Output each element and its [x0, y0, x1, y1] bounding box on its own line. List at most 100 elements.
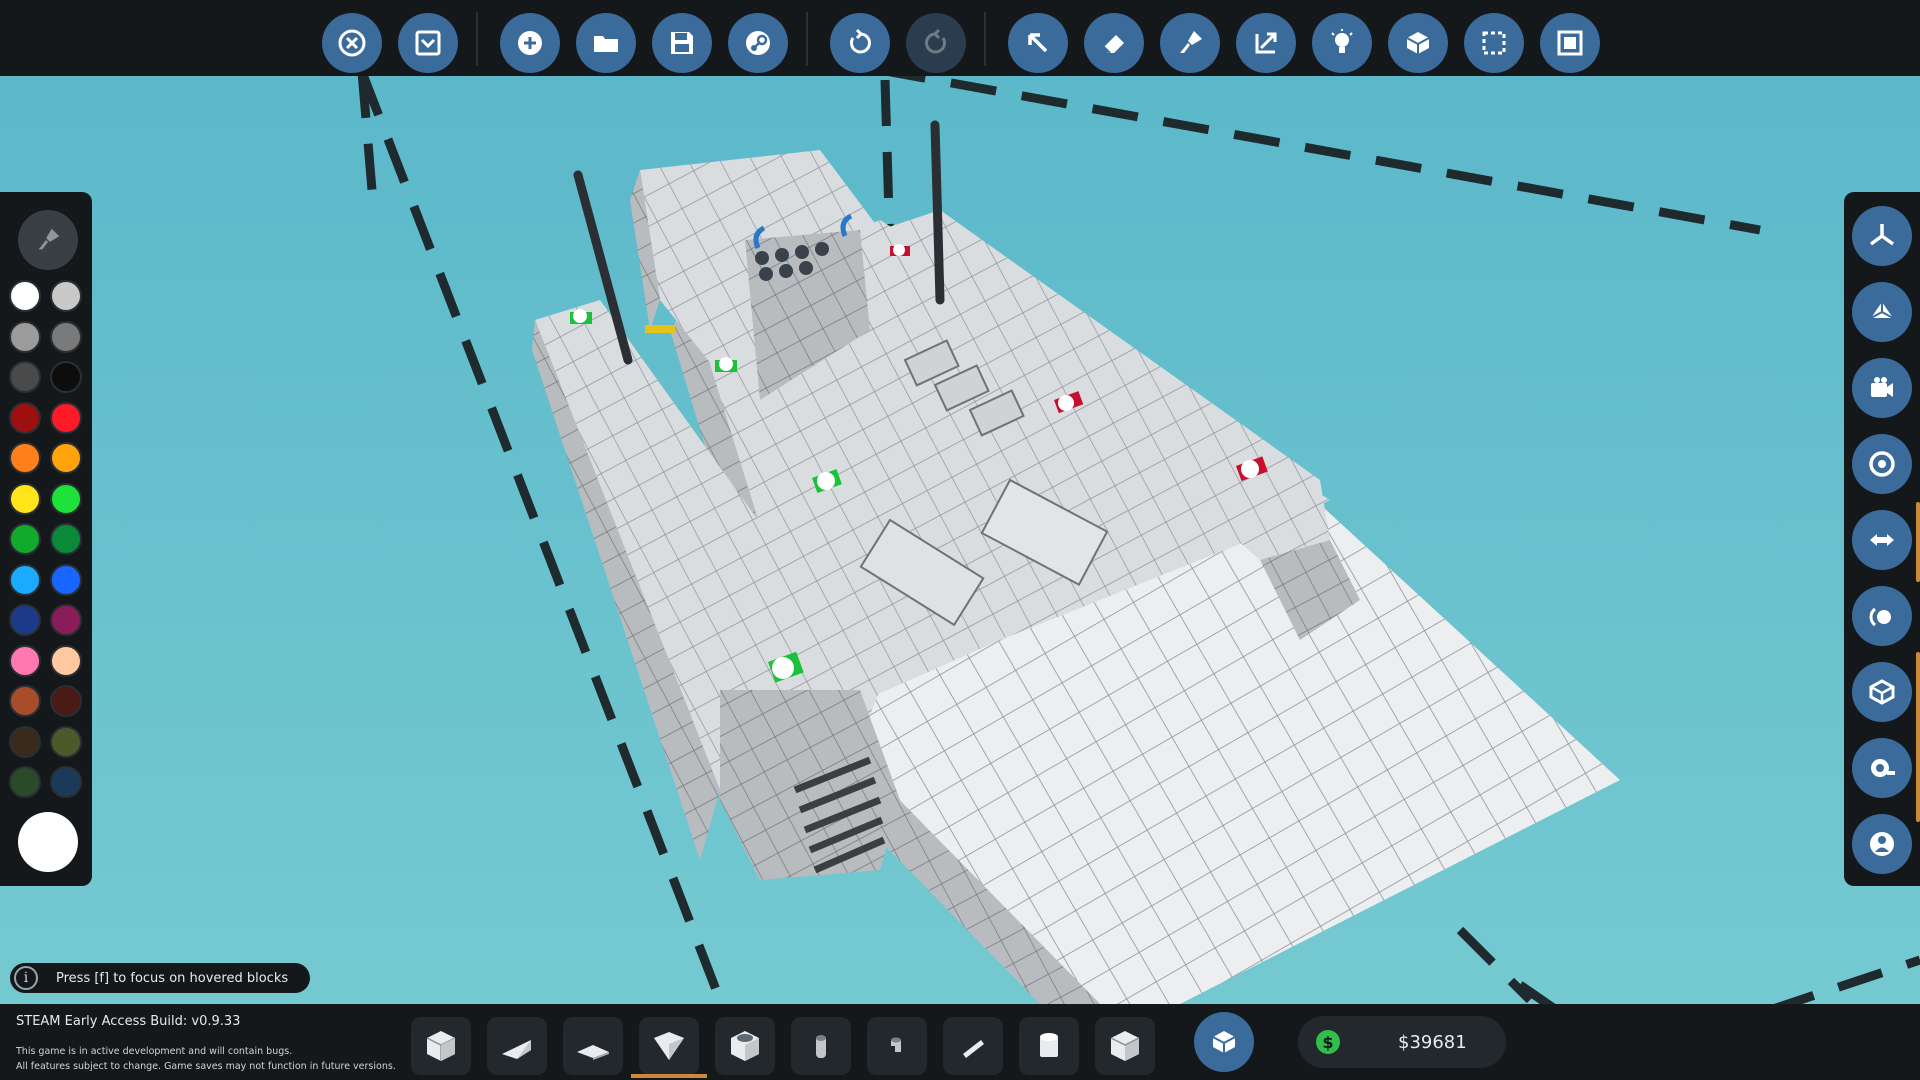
dollar-icon: $: [1316, 1030, 1340, 1054]
save-icon: [671, 32, 693, 54]
color-swatch[interactable]: [9, 766, 41, 798]
color-swatch[interactable]: [9, 523, 41, 555]
color-swatch[interactable]: [50, 644, 82, 677]
color-swatch[interactable]: [9, 442, 41, 474]
blocks-tool-button[interactable]: [1388, 13, 1448, 73]
block-slot-corner[interactable]: [1095, 1017, 1155, 1075]
rod-block-icon: [963, 1040, 984, 1058]
light-icon: [1331, 29, 1353, 53]
color-swatch[interactable]: [9, 685, 41, 717]
top-view-button[interactable]: [1852, 206, 1912, 266]
eraser-icon: [1103, 35, 1124, 54]
color-palette: [0, 192, 92, 886]
color-swatch[interactable]: [50, 320, 82, 353]
block-slot-pipe[interactable]: [791, 1017, 851, 1075]
block-slot-pipe-bend[interactable]: [867, 1017, 927, 1075]
block-slot-cylinder-cube[interactable]: [715, 1017, 775, 1075]
color-swatch[interactable]: [9, 563, 41, 596]
scale-tool-button[interactable]: [1236, 13, 1296, 73]
dropdown-button[interactable]: [398, 13, 458, 73]
close-button[interactable]: [322, 13, 382, 73]
color-swatch[interactable]: [50, 482, 82, 515]
cylinder-block-icon: [731, 1031, 759, 1061]
cube-block-icon: [426, 1031, 456, 1061]
camera-button[interactable]: [1852, 358, 1912, 418]
block-slot-cube[interactable]: [411, 1017, 471, 1075]
block-slot-round[interactable]: [1019, 1017, 1079, 1075]
swap-view-button[interactable]: [1852, 510, 1912, 570]
color-swatch[interactable]: [50, 725, 82, 758]
eraser-tool-button[interactable]: [1084, 13, 1144, 73]
block-slot-rod[interactable]: [943, 1017, 1003, 1075]
build-disclaimer-1: This game is in active development and w…: [16, 1046, 293, 1057]
character-icon: [1870, 832, 1894, 856]
open-button[interactable]: [576, 13, 636, 73]
add-icon: [518, 31, 542, 55]
color-swatch[interactable]: [50, 685, 82, 717]
color-swatch[interactable]: [50, 401, 82, 434]
steam-icon: [746, 31, 770, 55]
undo-icon: [850, 28, 871, 54]
build-version: STEAM Early Access Build: v0.9.33: [16, 1014, 241, 1029]
pyramid-block-icon: [654, 1032, 684, 1060]
focus-target-button[interactable]: [1852, 434, 1912, 494]
rotate-icon: [1869, 607, 1891, 627]
paint-tool-button[interactable]: [1160, 13, 1220, 73]
color-swatch[interactable]: [9, 725, 41, 758]
scale-icon: [1255, 32, 1277, 54]
build-viewport[interactable]: [0, 0, 1920, 1080]
pipe-bend-block-icon: [891, 1037, 901, 1052]
color-swatch[interactable]: [9, 644, 41, 677]
color-swatch[interactable]: [9, 401, 41, 434]
color-swatch[interactable]: [9, 280, 41, 312]
character-view-button[interactable]: [1852, 814, 1912, 874]
paint-icon: [1180, 31, 1202, 53]
new-button[interactable]: [500, 13, 560, 73]
inventory-button[interactable]: [1194, 1012, 1254, 1072]
rotate-view-button[interactable]: [1852, 586, 1912, 646]
color-swatch[interactable]: [50, 523, 82, 555]
view-panel: [1844, 192, 1920, 886]
axis-top-icon: [1869, 224, 1895, 246]
color-swatch[interactable]: [50, 361, 82, 393]
money-value: $39681: [1398, 1031, 1467, 1053]
block-slot-wedge[interactable]: [487, 1017, 547, 1075]
block-slot-flat-wedge[interactable]: [563, 1017, 623, 1075]
blocks-icon: [1406, 32, 1430, 54]
light-tool-button[interactable]: [1312, 13, 1372, 73]
close-icon: [338, 29, 366, 57]
color-swatch[interactable]: [9, 482, 41, 515]
camera-icon: [1871, 377, 1893, 397]
color-swatch[interactable]: [9, 604, 41, 636]
steam-workshop-button[interactable]: [728, 13, 788, 73]
selection-tool-button[interactable]: [1464, 13, 1524, 73]
fullscreen-button[interactable]: [1540, 13, 1600, 73]
top-toolbar: [0, 0, 1920, 76]
color-swatch[interactable]: [50, 766, 82, 798]
camera-mode-icon: [1871, 759, 1895, 777]
color-swatch[interactable]: [50, 442, 82, 474]
swap-icon: [1870, 534, 1894, 546]
save-button[interactable]: [652, 13, 712, 73]
select-tool-button[interactable]: [1008, 13, 1068, 73]
round-block-icon: [1040, 1033, 1058, 1057]
paint-mode-button[interactable]: [18, 210, 78, 270]
color-swatch[interactable]: [9, 361, 41, 393]
hint-text: Press [f] to focus on hovered blocks: [56, 970, 289, 986]
block-view-button[interactable]: [1852, 662, 1912, 722]
info-icon: i: [14, 966, 38, 990]
color-swatch[interactable]: [50, 604, 82, 636]
side-view-button[interactable]: [1852, 282, 1912, 342]
select-arrow-icon: [1028, 33, 1048, 53]
redo-button[interactable]: [906, 13, 966, 73]
blocks-inventory-icon: [1212, 1031, 1236, 1053]
current-color-swatch[interactable]: [18, 812, 78, 872]
block-slot-pyramid[interactable]: [639, 1017, 699, 1075]
selection-icon: [1482, 31, 1506, 55]
color-swatch[interactable]: [50, 280, 82, 312]
color-swatch[interactable]: [50, 563, 82, 596]
camera-mode-button[interactable]: [1852, 738, 1912, 798]
color-swatch[interactable]: [9, 320, 41, 353]
pipe-block-icon: [816, 1035, 826, 1058]
undo-button[interactable]: [830, 13, 890, 73]
